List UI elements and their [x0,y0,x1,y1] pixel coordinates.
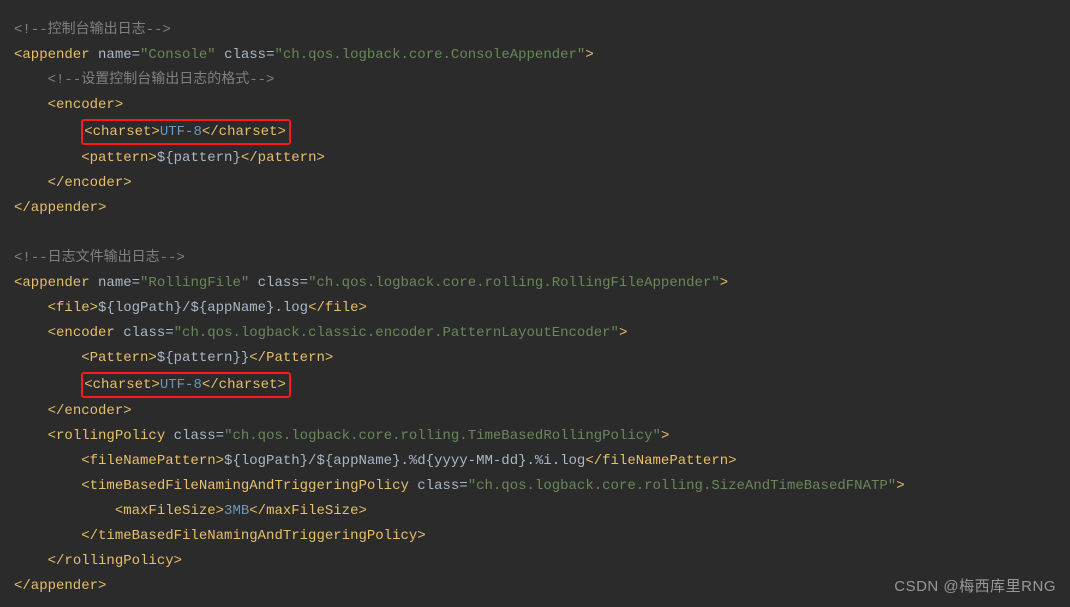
appender-close: </appender> [14,200,106,216]
encoder2-close: </encoder> [48,403,132,419]
encoder-open: <encoder> [48,97,124,113]
highlight-charset-1: <charset>UTF-8</charset> [81,119,291,145]
fnp-value: ${logPath}/${appName}.%d{yyyy-MM-dd}.%i.… [224,453,585,469]
appender2-open-prefix: <appender [14,275,98,291]
comment-format: <!--设置控制台输出日志的格式--> [48,72,275,88]
attr-val-class: "ch.qos.logback.core.ConsoleAppender" [274,47,585,63]
pattern-value: ${pattern} [157,150,241,166]
charset2-value: UTF-8 [160,377,202,393]
pattern-open: <pattern> [81,150,157,166]
attr-val-class2: "ch.qos.logback.core.rolling.RollingFile… [308,275,720,291]
watermark: CSDN @梅西库里RNG [894,574,1056,599]
comment-file: <!--日志文件输出日志--> [14,250,185,266]
tb-close: </timeBasedFileNamingAndTriggeringPolicy… [81,528,425,544]
attr-class: class [224,47,266,63]
comment-console: <!--控制台输出日志--> [14,22,171,38]
highlight-charset-2: <charset>UTF-8</charset> [81,372,291,398]
tb-class-val: "ch.qos.logback.core.rolling.SizeAndTime… [468,478,896,494]
code-block: <!--控制台输出日志--> <appender name="Console" … [14,18,1056,599]
attr-val-name2: "RollingFile" [140,275,249,291]
appender2-close: </appender> [14,578,106,594]
attr-name: name [98,47,132,63]
pattern2-value: ${pattern}} [157,350,249,366]
encoder-class-val: "ch.qos.logback.classic.encoder.PatternL… [174,325,619,341]
rolling-close: </rollingPolicy> [48,553,182,569]
rolling-open-prefix: <rollingPolicy [48,428,174,444]
fnp-open: <fileNamePattern> [81,453,224,469]
rolling-class-val: "ch.qos.logback.core.rolling.TimeBasedRo… [224,428,661,444]
pattern2-open: <Pattern> [81,350,157,366]
max-open: <maxFileSize> [115,503,224,519]
file-value: ${logPath}/${appName}.log [98,300,308,316]
attr-val-name: "Console" [140,47,216,63]
file-open: <file> [48,300,98,316]
max-value: 3MB [224,503,249,519]
charset-value: UTF-8 [160,124,202,140]
encoder-close: </encoder> [48,175,132,191]
appender-open-prefix: <appender [14,47,98,63]
tb-open-prefix: <timeBasedFileNamingAndTriggeringPolicy [81,478,417,494]
encoder2-open-prefix: <encoder [48,325,124,341]
